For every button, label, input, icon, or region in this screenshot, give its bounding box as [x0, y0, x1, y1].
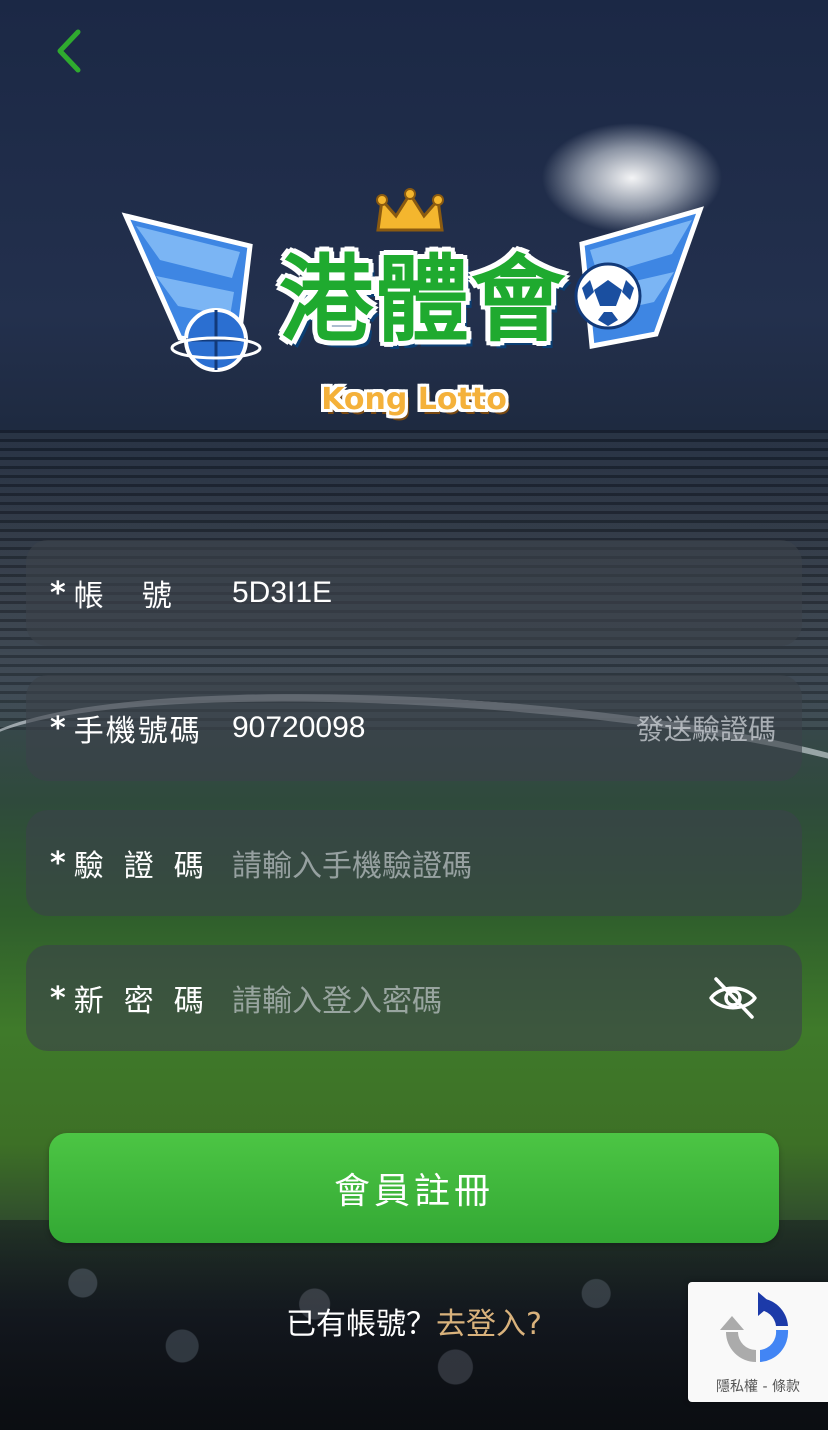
required-mark: * [50, 845, 66, 881]
account-field: * 帳號 5D3I1E [26, 540, 802, 646]
recaptcha-badge[interactable]: 隱私權 - 條款 [688, 1282, 828, 1402]
login-link[interactable]: 去登入? [436, 1307, 542, 1342]
account-label: 帳號 [73, 579, 210, 614]
phone-input[interactable]: 90720098 [232, 675, 365, 781]
brand-logo: 港體會 Kong Lotto [120, 188, 710, 428]
register-button[interactable]: 會員註冊 [49, 1133, 779, 1243]
password-label-wrap: * 新密碼 [50, 945, 224, 1051]
password-field: * 新密碼 請輸入登入密碼 [26, 945, 802, 1051]
logo-chinese-text: 港體會 [278, 246, 567, 355]
code-label-wrap: * 驗證碼 [50, 810, 224, 916]
logo-english-text: Kong Lotto [321, 382, 507, 417]
recaptcha-logo-icon [720, 1292, 789, 1362]
has-account-text: 已有帳號？ [286, 1307, 437, 1342]
required-mark: * [50, 710, 66, 746]
account-value[interactable]: 5D3I1E [232, 540, 332, 646]
account-label-wrap: * 帳號 [50, 540, 210, 646]
chevron-left-icon [57, 29, 81, 73]
verification-code-input[interactable]: 請輸入手機驗證碼 [232, 810, 472, 916]
recaptcha-links[interactable]: 隱私權 - 條款 [688, 1376, 828, 1396]
back-button[interactable] [44, 26, 94, 76]
phone-label: 手機號碼 [73, 714, 202, 749]
phone-label-wrap: * 手機號碼 [50, 675, 202, 781]
verification-code-field: * 驗證碼 請輸入手機驗證碼 [26, 810, 802, 916]
crown-icon [376, 188, 444, 232]
password-label: 新密碼 [73, 984, 224, 1019]
required-mark: * [50, 575, 66, 611]
phone-field: * 手機號碼 90720098 發送驗證碼 [26, 675, 802, 781]
eye-off-icon[interactable] [708, 975, 758, 1021]
required-mark: * [50, 980, 66, 1016]
code-label: 驗證碼 [73, 849, 224, 884]
send-code-button[interactable]: 發送驗證碼 [636, 675, 776, 781]
password-input[interactable]: 請輸入登入密碼 [232, 945, 442, 1051]
